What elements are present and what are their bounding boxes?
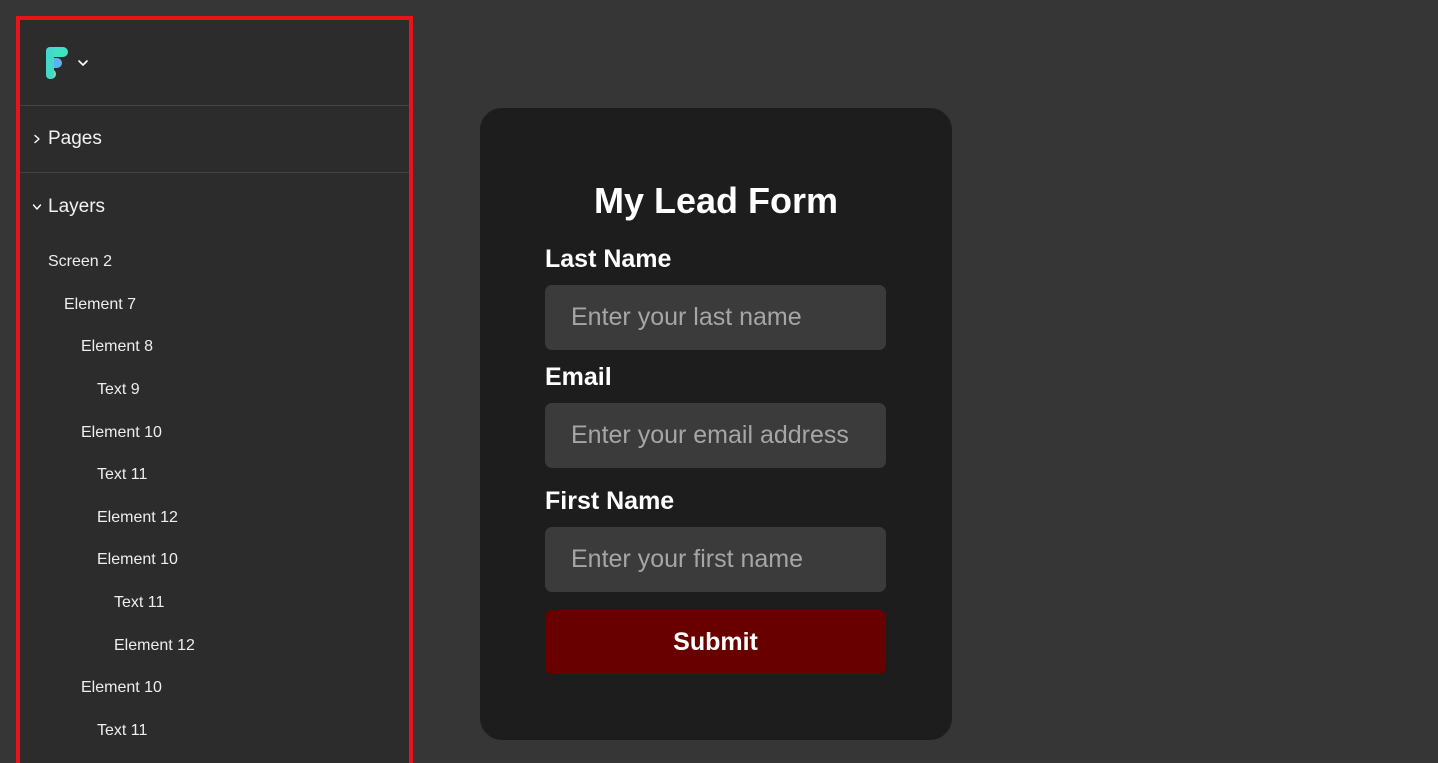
app-menu-button[interactable] <box>45 46 89 80</box>
layer-item-label: Text 9 <box>97 381 140 399</box>
chevron-down-icon <box>78 59 88 66</box>
first-name-label: First Name <box>545 487 675 515</box>
pages-label: Pages <box>48 128 102 149</box>
layer-item-label: Text 11 <box>114 594 165 612</box>
last-name-input[interactable] <box>545 285 886 350</box>
layer-item-label: Element 10 <box>97 551 178 569</box>
layer-item[interactable]: Text 11 <box>20 710 409 753</box>
layer-item-label: Text 11 <box>97 721 148 739</box>
form-title: My Lead Form <box>593 180 839 221</box>
figma-style-logo-icon <box>46 46 68 79</box>
layer-tree: Screen 2 Element 7 Element 8 Text 9 Element … <box>20 241 409 752</box>
lead-form-card: My Lead Form Last Name Email First Name … <box>480 108 952 740</box>
layer-item[interactable]: Element 12 <box>20 624 409 667</box>
layers-section-toggle[interactable]: Layers <box>20 173 409 241</box>
layer-item[interactable]: Element 12 <box>20 497 409 540</box>
layer-item-label: Element 10 <box>81 679 162 697</box>
app-canvas: Pages Layers Screen 2 Element 7 Element 8 T… <box>0 0 1438 763</box>
chevron-right-icon <box>34 134 40 144</box>
email-label: Email <box>545 363 612 391</box>
sidebar-header <box>20 20 409 106</box>
layer-item-label: Screen 2 <box>48 253 113 271</box>
layer-item[interactable]: Element 10 <box>20 539 409 582</box>
layer-item[interactable]: Element 10 <box>20 667 409 710</box>
layer-item[interactable]: Text 11 <box>20 582 409 625</box>
email-input[interactable] <box>545 403 886 468</box>
first-name-input[interactable] <box>545 527 886 592</box>
layer-item[interactable]: Text 9 <box>20 369 409 412</box>
layer-item[interactable]: Element 7 <box>20 284 409 327</box>
layer-item[interactable]: Text 11 <box>20 454 409 497</box>
layer-item-label: Element 10 <box>81 423 162 441</box>
layer-item[interactable]: Element 8 <box>20 326 409 369</box>
layer-item[interactable]: Screen 2 <box>20 241 409 284</box>
layer-item-label: Element 12 <box>114 636 195 654</box>
layer-item-label: Element 8 <box>81 338 154 356</box>
last-name-label: Last Name <box>545 245 672 273</box>
layer-item-label: Element 12 <box>97 508 178 526</box>
submit-button[interactable]: Submit <box>545 610 886 674</box>
layer-item[interactable]: Element 10 <box>20 411 409 454</box>
layers-label: Layers <box>48 196 106 217</box>
layer-item-label: Element 7 <box>64 295 137 313</box>
sidebar: Pages Layers Screen 2 Element 7 Element 8 T… <box>20 20 409 763</box>
layer-item-label: Text 11 <box>97 466 148 484</box>
pages-section-toggle[interactable]: Pages <box>20 106 409 173</box>
chevron-down-icon <box>32 204 42 210</box>
